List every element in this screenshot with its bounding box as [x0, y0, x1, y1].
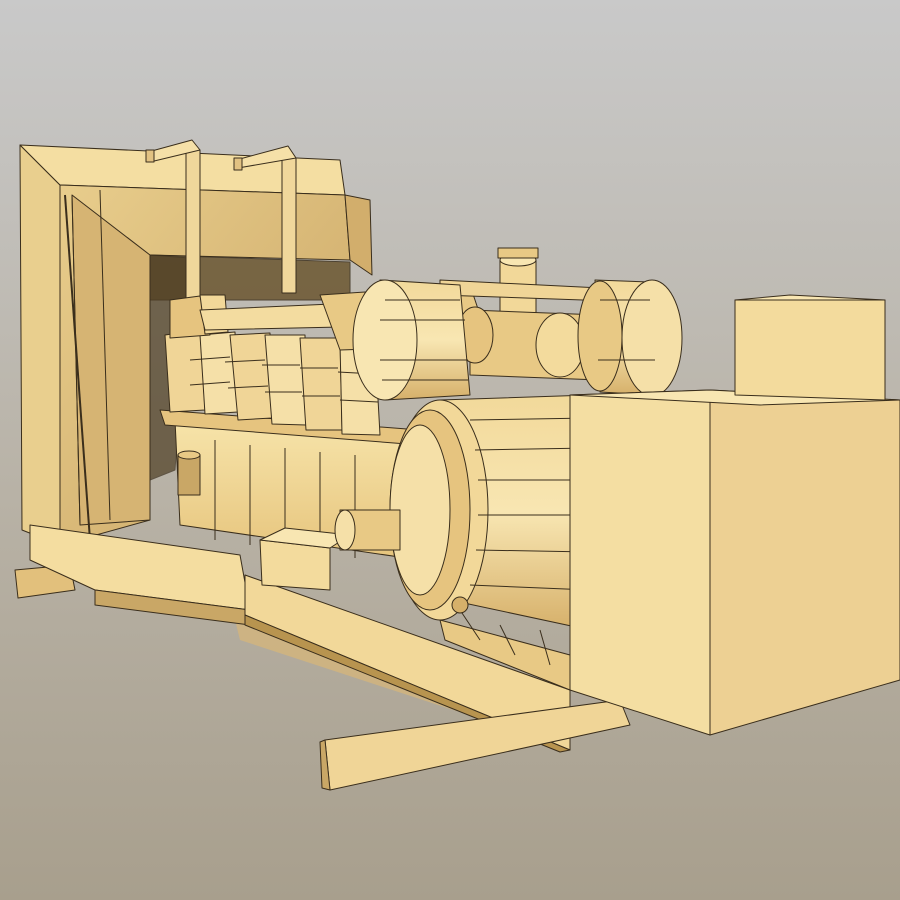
generator-render	[0, 0, 900, 900]
rear-box	[734, 294, 886, 401]
control-box	[569, 389, 900, 736]
turbocharger-left	[352, 279, 471, 401]
turbocharger-right	[577, 279, 683, 397]
